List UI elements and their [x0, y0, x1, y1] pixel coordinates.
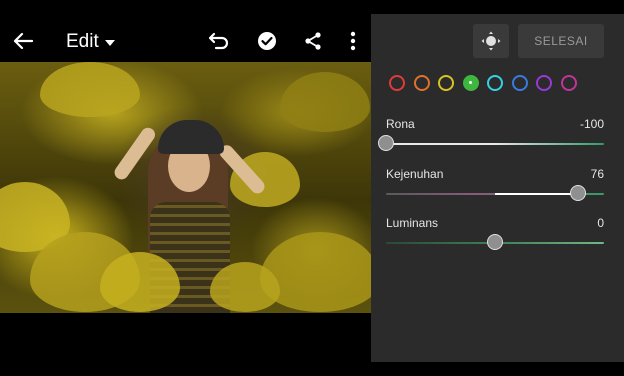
luminance-slider[interactable]: Luminans 0: [386, 216, 604, 250]
color-mix-panel: SELESAI Rona -100 Kejenuhan 76 Luminans …: [371, 14, 624, 362]
slider-label: Kejenuhan: [386, 167, 444, 181]
more-vertical-icon[interactable]: [340, 28, 366, 54]
leaf-shape: [40, 62, 140, 117]
edit-title: Edit: [66, 31, 99, 52]
saturation-slider[interactable]: Kejenuhan 76: [386, 167, 604, 201]
slider-value: 76: [590, 167, 604, 181]
slider-thumb[interactable]: [378, 135, 394, 151]
caret-down-icon: [104, 40, 115, 46]
slider-track[interactable]: [378, 135, 604, 151]
check-circle-icon[interactable]: [254, 28, 280, 54]
back-arrow-icon[interactable]: [10, 28, 36, 54]
slider-track[interactable]: [386, 234, 604, 250]
slider-label: Rona: [386, 117, 415, 131]
slider-fill: [495, 193, 578, 195]
color-swatch-yellow[interactable]: [438, 75, 454, 91]
color-swatch-blue[interactable]: [511, 75, 528, 91]
color-swatch-orange[interactable]: [413, 75, 430, 91]
slider-track[interactable]: [386, 185, 604, 201]
undo-icon[interactable]: [206, 28, 232, 54]
done-button[interactable]: SELESAI: [518, 24, 604, 58]
color-swatch-red[interactable]: [389, 75, 405, 91]
photo-canvas[interactable]: [0, 62, 372, 313]
color-swatch-row: [389, 75, 577, 91]
color-swatch-purple[interactable]: [536, 75, 552, 91]
leaf-shape: [280, 72, 370, 132]
top-toolbar: Edit: [0, 0, 372, 62]
color-swatch-magenta[interactable]: [560, 75, 577, 91]
target-adjust-button[interactable]: [473, 24, 509, 58]
person-cap: [158, 120, 224, 154]
slider-value: -100: [579, 117, 604, 131]
share-icon[interactable]: [300, 28, 326, 54]
hue-slider[interactable]: Rona -100: [378, 117, 604, 151]
color-swatch-green[interactable]: [462, 75, 479, 91]
edit-mode-dropdown[interactable]: Edit: [66, 31, 115, 53]
slider-thumb[interactable]: [569, 185, 586, 201]
slider-label: Luminans: [386, 216, 439, 230]
slider-thumb[interactable]: [487, 234, 503, 250]
color-swatch-aqua[interactable]: [487, 75, 503, 91]
target-adjust-icon: [481, 31, 501, 51]
slider-value: 0: [597, 216, 604, 230]
